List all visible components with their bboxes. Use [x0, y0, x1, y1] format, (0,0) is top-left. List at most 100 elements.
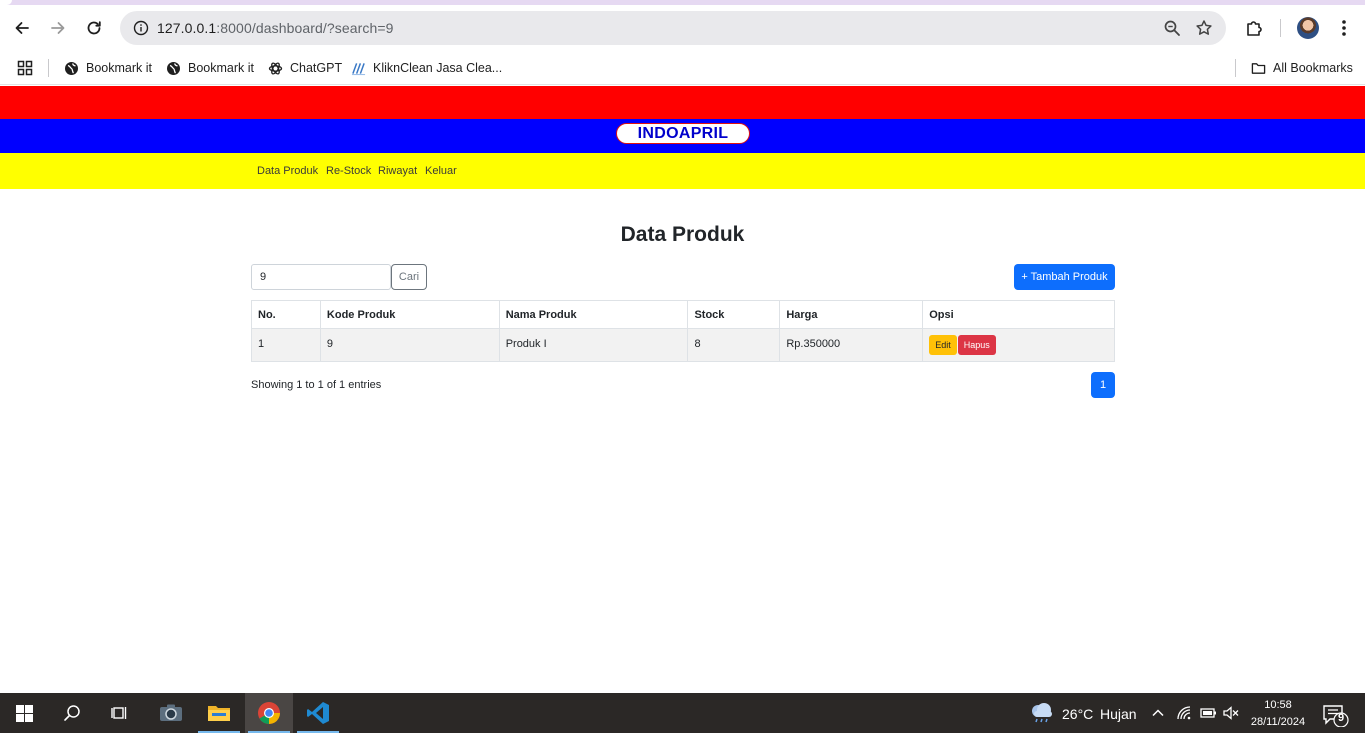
page-title: Data Produk — [620, 223, 745, 246]
extensions-button[interactable] — [1240, 14, 1268, 42]
column-header-kode[interactable]: Kode Produk — [319, 300, 500, 329]
notification-count: 9 — [1337, 712, 1345, 724]
bookmark-label: KliknClean Jasa Clea... — [373, 61, 503, 75]
cell-kode: 9 — [319, 328, 500, 362]
chevron-up-icon — [1152, 709, 1164, 717]
edit-button[interactable]: Edit — [929, 335, 957, 355]
all-bookmarks-button[interactable]: All Bookmarks — [1251, 57, 1353, 79]
nav-riwayat[interactable]: Riwayat — [378, 165, 417, 177]
weather-condition[interactable]: Hujan — [1100, 706, 1137, 722]
forward-button[interactable] — [44, 14, 72, 42]
bookmark-label: ChatGPT — [290, 61, 343, 75]
folder-icon — [208, 706, 230, 721]
add-product-button[interactable]: + Tambah Produk — [1014, 264, 1115, 290]
bookmark-item-chatgpt[interactable]: ChatGPT — [268, 57, 342, 79]
nav-data-produk[interactable]: Data Produk — [257, 165, 318, 177]
navbar — [0, 153, 1365, 189]
search-icon — [64, 705, 80, 721]
bookmark-item-1[interactable]: Bookmark it — [64, 57, 152, 79]
pagination-page-button[interactable]: 1 — [1091, 372, 1115, 398]
weather-temperature[interactable]: 26°C — [1062, 706, 1093, 722]
product-table: No. Kode Produk Nama Produk Stock Harga … — [251, 300, 1115, 362]
file-explorer-button[interactable] — [195, 693, 243, 733]
clock-time: 10:58 — [1264, 699, 1292, 711]
bookmark-item-kliknclean[interactable]: KliknClean Jasa Clea... — [351, 57, 502, 79]
column-header-no[interactable]: No. — [251, 300, 321, 329]
globe-icon — [166, 61, 181, 76]
windows-icon — [15, 704, 33, 722]
reload-button[interactable] — [80, 14, 108, 42]
chrome-menu-button[interactable] — [1330, 14, 1358, 42]
vscode-taskbar-button[interactable] — [294, 693, 342, 733]
column-header-opsi: Opsi — [922, 300, 1115, 329]
wifi-icon — [1177, 706, 1191, 720]
column-header-nama[interactable]: Nama Produk — [498, 300, 689, 329]
url-path: :8000/dashboard/?search=9 — [216, 20, 394, 36]
cell-stock: 8 — [687, 328, 781, 362]
kliknclean-icon — [351, 61, 366, 76]
brand-logo[interactable]: INDOAPRIL — [616, 123, 750, 144]
header-band-red — [0, 86, 1365, 119]
bookmarks-divider-right — [1235, 59, 1236, 77]
url-text[interactable]: 127.0.0.1:8000/dashboard/?search=9 — [157, 20, 394, 36]
all-bookmarks-label: All Bookmarks — [1273, 61, 1353, 75]
apps-button[interactable] — [17, 57, 33, 79]
network-button[interactable] — [1176, 705, 1192, 726]
battery-button[interactable] — [1199, 705, 1217, 726]
taskbar-clock[interactable]: 10:58 28/11/2024 — [1246, 697, 1310, 731]
notification-center-button[interactable]: 9 — [1322, 703, 1350, 732]
chrome-taskbar-button[interactable] — [245, 693, 293, 733]
bookmarks-divider — [48, 59, 49, 77]
address-bar[interactable]: 127.0.0.1:8000/dashboard/?search=9 — [120, 11, 1226, 45]
clock-date: 28/11/2024 — [1250, 716, 1306, 728]
folder-icon — [1251, 61, 1266, 76]
delete-button[interactable]: Hapus — [957, 335, 996, 355]
star-icon — [1196, 20, 1212, 35]
volume-button[interactable] — [1222, 705, 1240, 726]
bookmark-item-2[interactable]: Bookmark it — [166, 57, 254, 79]
site-info-button[interactable] — [128, 15, 154, 41]
arrow-left-icon — [15, 22, 29, 34]
task-view-button[interactable] — [96, 693, 144, 733]
battery-icon — [1200, 708, 1216, 718]
arrow-right-icon — [51, 22, 65, 34]
search-button[interactable]: Cari — [391, 264, 427, 290]
column-header-harga[interactable]: Harga — [779, 300, 924, 329]
vscode-icon — [307, 702, 329, 724]
column-header-stock[interactable]: Stock — [687, 300, 781, 329]
puzzle-icon — [1247, 21, 1262, 36]
task-view-icon — [111, 707, 127, 719]
bookmark-label: Bookmark it — [86, 61, 152, 75]
speaker-muted-icon — [1223, 706, 1239, 720]
bookmark-star-button[interactable] — [1192, 16, 1216, 40]
toolbar-divider — [1280, 19, 1281, 37]
taskbar: 26°C Hujan 9 — [0, 693, 1365, 733]
cell-opsi: Edit Hapus — [922, 328, 1115, 362]
openai-icon — [268, 61, 283, 76]
chrome-icon — [258, 702, 280, 724]
cell-nama: Produk I — [498, 328, 689, 362]
search-input[interactable] — [251, 264, 391, 290]
cell-no: 1 — [251, 328, 321, 362]
camera-icon — [160, 704, 182, 721]
search-taskbar-button[interactable] — [48, 693, 96, 733]
start-button[interactable] — [0, 693, 48, 733]
camera-app-button[interactable] — [147, 693, 195, 733]
show-hidden-icons-button[interactable] — [1150, 705, 1166, 726]
bookmarks-bar: Bookmark it Bookmark it ChatGPT KliknCle… — [0, 51, 1365, 85]
zoom-button[interactable] — [1160, 16, 1184, 40]
weather-icon[interactable] — [1029, 702, 1055, 724]
apps-grid-icon — [17, 60, 33, 76]
globe-icon — [64, 61, 79, 76]
back-button[interactable] — [8, 14, 36, 42]
profile-button[interactable] — [1294, 14, 1322, 42]
cell-harga: Rp.350000 — [779, 328, 924, 362]
info-icon — [133, 20, 149, 36]
nav-keluar[interactable]: Keluar — [425, 165, 457, 177]
bookmark-label: Bookmark it — [188, 61, 254, 75]
zoom-magnifier-icon — [1164, 20, 1180, 36]
nav-re-stock[interactable]: Re-Stock — [326, 165, 371, 177]
reload-icon — [87, 21, 101, 35]
entries-info: Showing 1 to 1 of 1 entries — [251, 379, 382, 391]
avatar — [1297, 17, 1319, 39]
